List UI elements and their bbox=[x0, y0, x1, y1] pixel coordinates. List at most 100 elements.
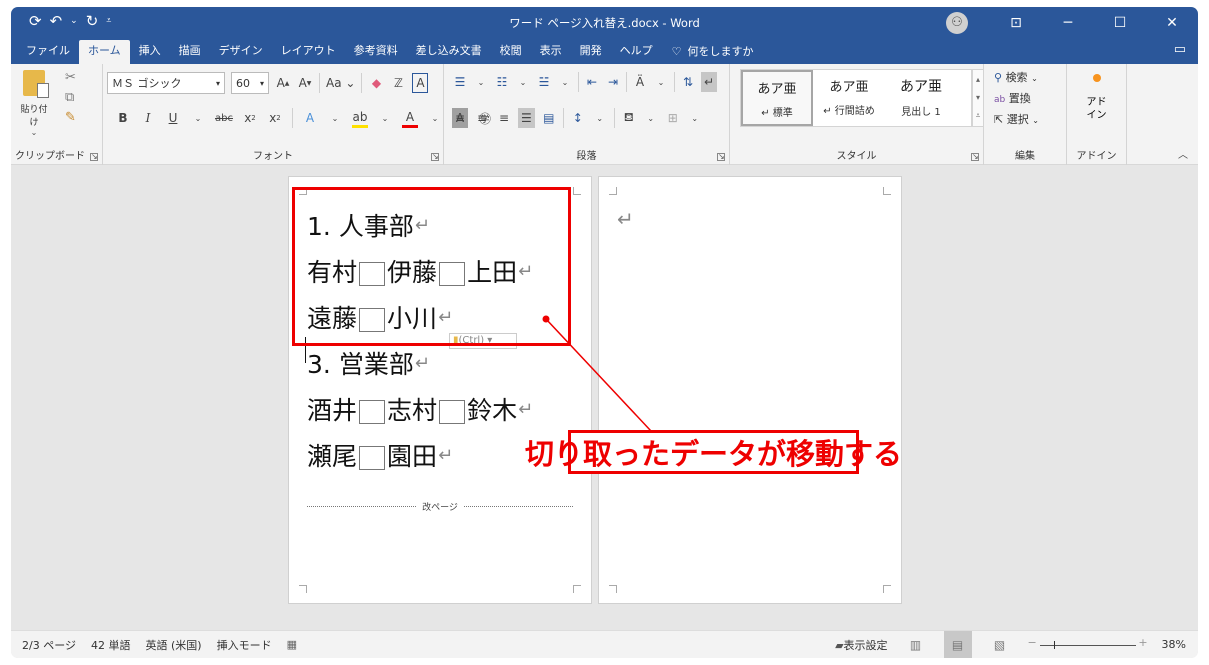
chevron-down-icon[interactable]: ⌄ bbox=[557, 72, 573, 92]
decrease-indent-icon[interactable]: ⇤ bbox=[584, 72, 600, 92]
paste-button[interactable]: 貼り付け ⌄ bbox=[17, 70, 51, 137]
print-layout-icon[interactable]: ▤ bbox=[943, 630, 972, 658]
italic-icon[interactable]: I bbox=[140, 108, 156, 128]
highlight-icon[interactable]: ab bbox=[351, 108, 368, 128]
zoom-slider[interactable]: − + bbox=[1028, 636, 1148, 652]
change-case-button[interactable]: Aa ⌄ bbox=[326, 73, 355, 93]
display-settings-button[interactable]: ▰表示設定 bbox=[835, 637, 887, 653]
font-launcher-icon[interactable]: ↘ bbox=[431, 153, 439, 161]
word-count[interactable]: 42 単語 bbox=[91, 637, 131, 653]
copy-icon[interactable]: ⧉ bbox=[65, 88, 76, 108]
scroll-up-icon[interactable]: ▴ bbox=[976, 75, 980, 84]
style-heading-1[interactable]: あア亜 見出し 1 bbox=[885, 70, 957, 126]
paste-dropdown-icon[interactable]: ⌄ bbox=[17, 128, 51, 137]
character-spacing-icon[interactable]: Ä bbox=[632, 72, 648, 92]
language-indicator[interactable]: 英語 (米国) bbox=[145, 637, 201, 653]
distributed-icon[interactable]: ▤ bbox=[541, 108, 557, 128]
tab-draw[interactable]: 描画 bbox=[170, 40, 210, 64]
style-normal[interactable]: あア亜 ↵ 標準 bbox=[741, 70, 813, 126]
more-styles-icon[interactable]: ⩡ bbox=[976, 111, 981, 121]
tab-file[interactable]: ファイル bbox=[17, 40, 79, 64]
multilevel-list-icon[interactable]: ☱ bbox=[536, 72, 552, 92]
chevron-down-icon[interactable]: ⌄ bbox=[377, 108, 393, 128]
underline-dropdown-icon[interactable]: ⌄ bbox=[190, 108, 206, 128]
align-left-icon[interactable]: ≡ bbox=[452, 108, 468, 128]
maximize-button[interactable]: ☐ bbox=[1094, 15, 1146, 31]
select-button[interactable]: ⇱ 選択 ⌄ bbox=[994, 110, 1039, 131]
styles-gallery-scroll[interactable]: ▴ ▾ ⩡ bbox=[972, 69, 984, 127]
shrink-font-icon[interactable]: A ▼ bbox=[297, 73, 313, 93]
borders-icon[interactable]: ⊞ bbox=[665, 108, 681, 128]
increase-indent-icon[interactable]: ⇥ bbox=[605, 72, 621, 92]
chevron-down-icon[interactable]: ⌄ bbox=[643, 108, 659, 128]
tab-view[interactable]: 表示 bbox=[531, 40, 571, 64]
scroll-down-icon[interactable]: ▾ bbox=[976, 93, 980, 102]
tab-insert[interactable]: 挿入 bbox=[130, 40, 170, 64]
format-painter-icon[interactable]: ✎ bbox=[65, 108, 76, 128]
grow-font-icon[interactable]: A ▲ bbox=[275, 73, 291, 93]
addins-button[interactable]: アド イン bbox=[1067, 74, 1126, 122]
replace-button[interactable]: ab 置換 bbox=[994, 89, 1039, 110]
show-paragraph-marks-icon[interactable]: ↵ bbox=[701, 72, 718, 92]
tab-help[interactable]: ヘルプ bbox=[611, 40, 662, 64]
tab-design[interactable]: デザイン bbox=[210, 40, 272, 64]
style-no-spacing[interactable]: あア亜 ↵ 行間詰め bbox=[813, 70, 885, 126]
clear-formatting-icon[interactable]: ◆ bbox=[368, 73, 384, 93]
account-icon[interactable]: ⚇ bbox=[946, 11, 968, 34]
close-button[interactable]: ✕ bbox=[1146, 15, 1198, 31]
tell-me-search[interactable]: ♡ 何をしますか bbox=[662, 40, 763, 64]
macro-recording-icon[interactable]: ▦ bbox=[287, 638, 297, 651]
chevron-down-icon[interactable]: ⌄ bbox=[427, 108, 443, 128]
paragraph[interactable]: 酒井 志村 鈴木 ↵ bbox=[307, 386, 533, 432]
bullets-icon[interactable]: ☰ bbox=[452, 72, 468, 92]
character-border-icon[interactable]: A bbox=[412, 73, 429, 93]
line-spacing-icon[interactable]: ↕ bbox=[570, 108, 586, 128]
zoom-level[interactable]: 38% bbox=[1162, 638, 1186, 651]
web-layout-icon[interactable]: ▧ bbox=[986, 631, 1014, 659]
minimize-button[interactable]: ─ bbox=[1042, 15, 1094, 31]
read-mode-icon[interactable]: ▥ bbox=[902, 631, 930, 659]
superscript-icon[interactable]: x2 bbox=[267, 108, 283, 128]
justify-icon[interactable]: ☰ bbox=[518, 108, 535, 128]
font-color-icon[interactable]: A bbox=[401, 108, 418, 128]
phonetic-guide-icon[interactable]: ℤ bbox=[390, 73, 406, 93]
page-2[interactable]: ↵ bbox=[598, 176, 902, 604]
chevron-down-icon[interactable]: ⌄ bbox=[473, 72, 489, 92]
tab-review[interactable]: 校閲 bbox=[491, 40, 531, 64]
sort-icon[interactable]: ⇅ bbox=[680, 72, 696, 92]
find-button[interactable]: ⚲ 検索 ⌄ bbox=[994, 68, 1039, 89]
chevron-down-icon[interactable]: ⌄ bbox=[327, 108, 343, 128]
styles-launcher-icon[interactable]: ↘ bbox=[971, 153, 979, 161]
zoom-in-icon[interactable]: + bbox=[1138, 636, 1147, 649]
collapse-ribbon-icon[interactable]: ︿ bbox=[1178, 146, 1188, 161]
strikethrough-icon[interactable]: abc bbox=[215, 108, 233, 128]
underline-icon[interactable]: U bbox=[165, 108, 181, 128]
tab-references[interactable]: 参考資料 bbox=[345, 40, 407, 64]
align-right-icon[interactable]: ≡ bbox=[496, 108, 512, 128]
chevron-down-icon[interactable]: ⌄ bbox=[515, 72, 531, 92]
clipboard-launcher-icon[interactable]: ↘ bbox=[90, 153, 98, 161]
numbering-icon[interactable]: ☷ bbox=[494, 72, 510, 92]
align-center-icon[interactable]: ≡ bbox=[474, 108, 490, 128]
chevron-down-icon[interactable]: ⌄ bbox=[687, 108, 703, 128]
ribbon-display-options-icon[interactable]: ⊡ bbox=[990, 15, 1042, 31]
chevron-down-icon[interactable]: ⌄ bbox=[653, 72, 669, 92]
text-effects-icon[interactable]: A bbox=[302, 108, 318, 128]
insert-mode-indicator[interactable]: 挿入モード bbox=[217, 637, 272, 653]
shading-icon[interactable]: ⛾ bbox=[621, 108, 637, 128]
tab-developer[interactable]: 開発 bbox=[571, 40, 611, 64]
subscript-icon[interactable]: x2 bbox=[242, 108, 258, 128]
tab-mailings[interactable]: 差し込み文書 bbox=[407, 40, 491, 64]
zoom-out-icon[interactable]: − bbox=[1028, 636, 1037, 649]
font-size-combo[interactable]: 60 ▾ bbox=[231, 72, 269, 94]
tab-layout[interactable]: レイアウト bbox=[272, 40, 345, 64]
font-name-combo[interactable]: ＭＳ ゴシック ▾ bbox=[107, 72, 225, 94]
paragraph-launcher-icon[interactable]: ↘ bbox=[717, 153, 725, 161]
chevron-down-icon[interactable]: ⌄ bbox=[592, 108, 608, 128]
bold-icon[interactable]: B bbox=[115, 108, 131, 128]
cut-icon[interactable]: ✂ bbox=[65, 68, 76, 88]
paragraph[interactable]: 瀬尾 園田 ↵ bbox=[307, 432, 533, 478]
zoom-thumb[interactable] bbox=[1054, 640, 1056, 649]
tab-home[interactable]: ホーム bbox=[79, 40, 130, 64]
page-count[interactable]: 2/3 ページ bbox=[22, 637, 76, 653]
